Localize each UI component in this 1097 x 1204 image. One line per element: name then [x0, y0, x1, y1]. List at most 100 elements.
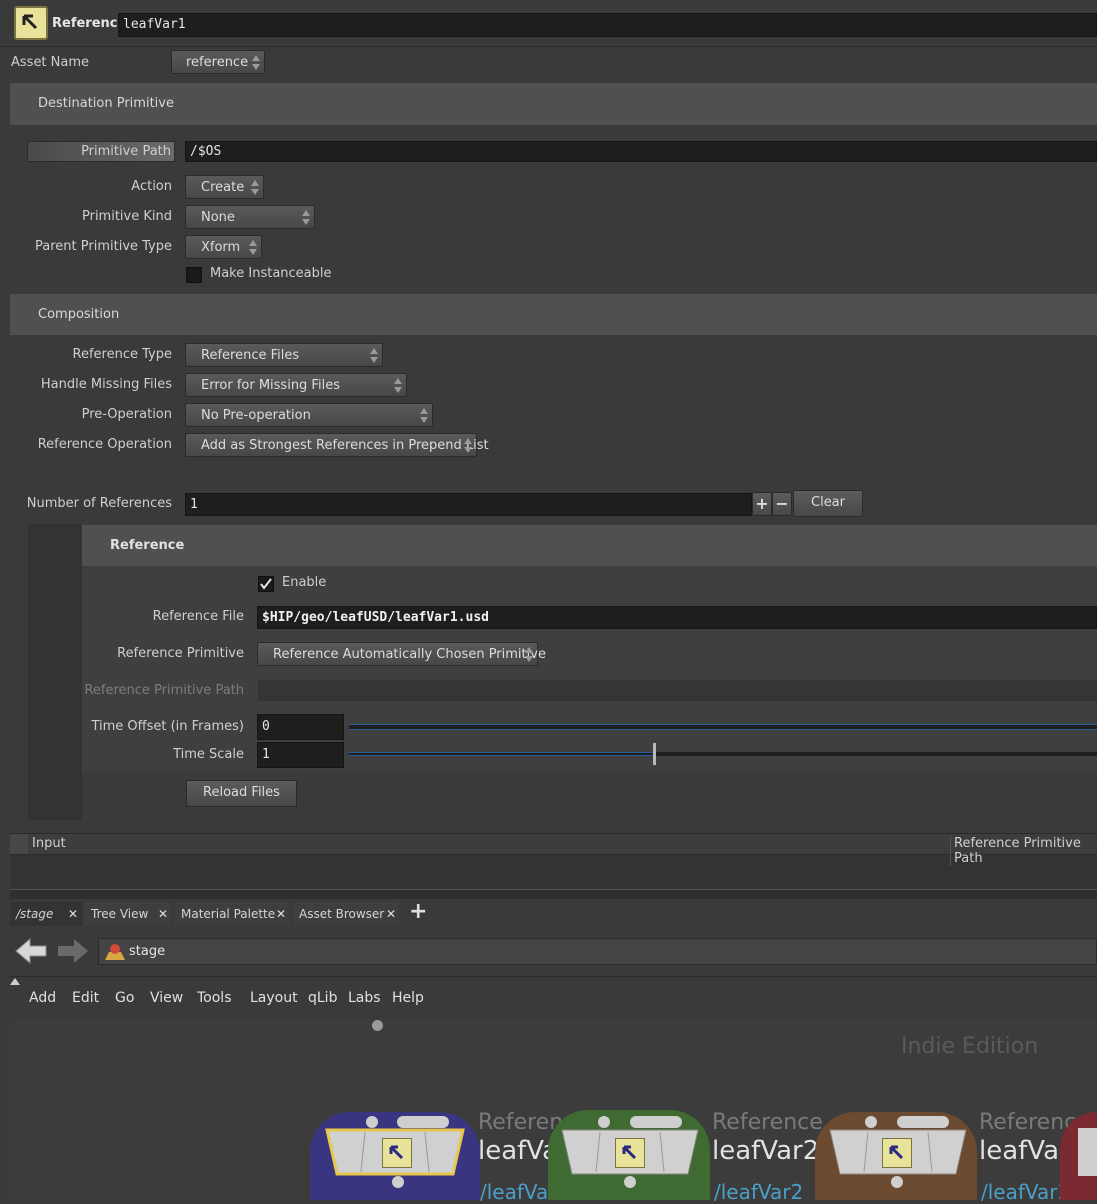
- node-leafvar2-type: Reference: [712, 1110, 823, 1135]
- node-partial[interactable]: [1078, 1128, 1097, 1176]
- menu-edit[interactable]: Edit: [72, 990, 99, 1006]
- reference-primitive-path-field[interactable]: [258, 680, 1097, 701]
- asset-name-menu[interactable]: reference: [171, 50, 265, 74]
- asset-name-value: reference: [186, 55, 249, 70]
- reference-type-value: Reference Files: [201, 348, 300, 363]
- node-leafvar2-flag-right[interactable]: [630, 1116, 682, 1128]
- close-icon[interactable]: ✕: [276, 902, 286, 926]
- number-of-references-field[interactable]: 1: [185, 493, 752, 516]
- action-label: Action: [131, 179, 172, 194]
- primitive-path-label-button[interactable]: Primitive Path: [27, 141, 175, 162]
- primitive-kind-menu[interactable]: None: [185, 205, 315, 229]
- reference-node-icon[interactable]: [14, 6, 48, 40]
- menu-qlib[interactable]: qLib: [308, 990, 337, 1006]
- menu-help[interactable]: Help: [392, 990, 424, 1006]
- stage-context-icon: [103, 942, 125, 960]
- back-arrow-icon[interactable]: [14, 936, 48, 970]
- path-bar-value: stage: [129, 944, 166, 959]
- parent-primitive-type-value: Xform: [201, 240, 241, 255]
- action-menu[interactable]: Create: [185, 175, 264, 199]
- parameter-header: Reference leafVar1: [0, 0, 1097, 47]
- reference-type-menu[interactable]: Reference Files: [185, 343, 383, 367]
- path-bar[interactable]: stage: [98, 938, 1097, 965]
- close-icon[interactable]: ✕: [386, 902, 396, 926]
- destination-section-title: Destination Primitive: [38, 96, 174, 111]
- close-icon[interactable]: ✕: [68, 902, 78, 926]
- parent-primitive-type-menu[interactable]: Xform: [185, 235, 262, 259]
- node-leafvar2-path: /leafVar2: [714, 1180, 804, 1204]
- menu-view[interactable]: View: [150, 990, 183, 1006]
- node-leafvar1-flag-right[interactable]: [397, 1116, 449, 1128]
- reference-primitive-path-column-header[interactable]: Reference Primitive Path: [950, 836, 1097, 866]
- primitive-kind-label: Primitive Kind: [81, 209, 172, 224]
- menu-tools[interactable]: Tools: [197, 990, 232, 1006]
- node-name-field[interactable]: leafVar1: [118, 13, 1097, 37]
- action-value: Create: [201, 180, 245, 195]
- node-leafvar3-flag-right[interactable]: [897, 1116, 949, 1128]
- node-type-label: Reference: [52, 16, 127, 31]
- reference-operation-menu[interactable]: Add as Strongest References in Prepend L…: [185, 433, 489, 457]
- node-leafvar2-output[interactable]: [624, 1176, 636, 1188]
- time-scale-slider-fill: [349, 752, 654, 756]
- primitive-path-label: Primitive Path: [81, 144, 171, 159]
- reference-primitive-label: Reference Primitive: [117, 646, 244, 661]
- handle-missing-files-value: Error for Missing Files: [201, 378, 340, 393]
- menu-layout[interactable]: Layout: [250, 990, 298, 1006]
- add-reference-button[interactable]: +: [752, 492, 772, 516]
- reference-primitive-value: Reference Automatically Chosen Primitive: [273, 647, 546, 662]
- menu-go[interactable]: Go: [115, 990, 134, 1006]
- reference-file-label: Reference File: [152, 609, 244, 624]
- node-leafvar2-name[interactable]: leafVar2: [712, 1136, 819, 1166]
- time-offset-field[interactable]: 0: [257, 714, 344, 740]
- forward-arrow-icon[interactable]: [56, 936, 90, 970]
- add-tab-icon[interactable]: +: [409, 899, 427, 924]
- handle-missing-files-menu[interactable]: Error for Missing Files: [185, 373, 407, 397]
- tab-tree-view[interactable]: Tree View ✕: [85, 902, 171, 926]
- menu-toggle-icon[interactable]: [10, 978, 20, 985]
- pre-operation-value: No Pre-operation: [201, 408, 311, 423]
- reference-node-icon: [615, 1138, 645, 1168]
- reference-block-gutter: [28, 524, 82, 820]
- reference-node-icon: [382, 1138, 412, 1168]
- input-table-header: Input Reference Primitive Path: [10, 834, 1097, 866]
- number-of-references-label: Number of References: [26, 496, 172, 511]
- menu-add[interactable]: Add: [29, 990, 56, 1006]
- time-scale-slider[interactable]: [349, 743, 1097, 765]
- reference-primitive-menu[interactable]: Reference Automatically Chosen Primitive: [257, 642, 546, 666]
- time-scale-field[interactable]: 1: [257, 742, 344, 768]
- input-table: Input Reference Primitive Path: [10, 833, 1097, 889]
- node-leafvar2-flag-left[interactable]: [598, 1116, 610, 1128]
- input-column-header[interactable]: Input: [32, 836, 66, 851]
- node-leafvar1-flag-left[interactable]: [366, 1116, 378, 1128]
- time-offset-slider[interactable]: [349, 724, 1097, 730]
- menu-labs[interactable]: Labs: [348, 990, 381, 1006]
- clear-references-button[interactable]: Clear: [793, 490, 863, 517]
- checkmark-icon: [260, 578, 272, 590]
- tab-material-palette[interactable]: Material Palette ✕: [175, 902, 289, 926]
- primitive-path-field[interactable]: /$OS: [185, 141, 1097, 162]
- node-leafvar3-output[interactable]: [891, 1176, 903, 1188]
- make-instanceable-label: Make Instanceable: [210, 266, 332, 281]
- time-offset-label: Time Offset (in Frames): [91, 719, 244, 734]
- reference-operation-label: Reference Operation: [37, 437, 172, 452]
- primitive-kind-value: None: [201, 210, 235, 225]
- tab-asset-browser[interactable]: Asset Browser ✕: [293, 902, 399, 926]
- reference-file-field[interactable]: $HIP/geo/leafUSD/leafVar1.usd: [257, 606, 1097, 629]
- time-scale-slider-handle[interactable]: [653, 743, 656, 765]
- reference-block-title: Reference: [110, 538, 185, 553]
- node-leafvar1-output[interactable]: [392, 1176, 404, 1188]
- enable-checkbox[interactable]: [258, 576, 274, 592]
- composition-section-header[interactable]: Composition: [10, 294, 1097, 335]
- close-icon[interactable]: ✕: [158, 902, 168, 926]
- reference-operation-value: Add as Strongest References in Prepend L…: [201, 438, 489, 453]
- remove-reference-button[interactable]: −: [772, 492, 792, 516]
- reload-files-button[interactable]: Reload Files: [186, 780, 297, 807]
- make-instanceable-checkbox[interactable]: [186, 267, 202, 283]
- input-connector-dot: [372, 1020, 383, 1031]
- pre-operation-menu[interactable]: No Pre-operation: [185, 403, 433, 427]
- tab-stage[interactable]: /stage ✕: [10, 902, 82, 926]
- node-leafvar3-flag-left[interactable]: [865, 1116, 877, 1128]
- handle-missing-files-label: Handle Missing Files: [40, 377, 172, 392]
- destination-section-header[interactable]: Destination Primitive: [10, 83, 1097, 125]
- composition-section-title: Composition: [38, 307, 120, 322]
